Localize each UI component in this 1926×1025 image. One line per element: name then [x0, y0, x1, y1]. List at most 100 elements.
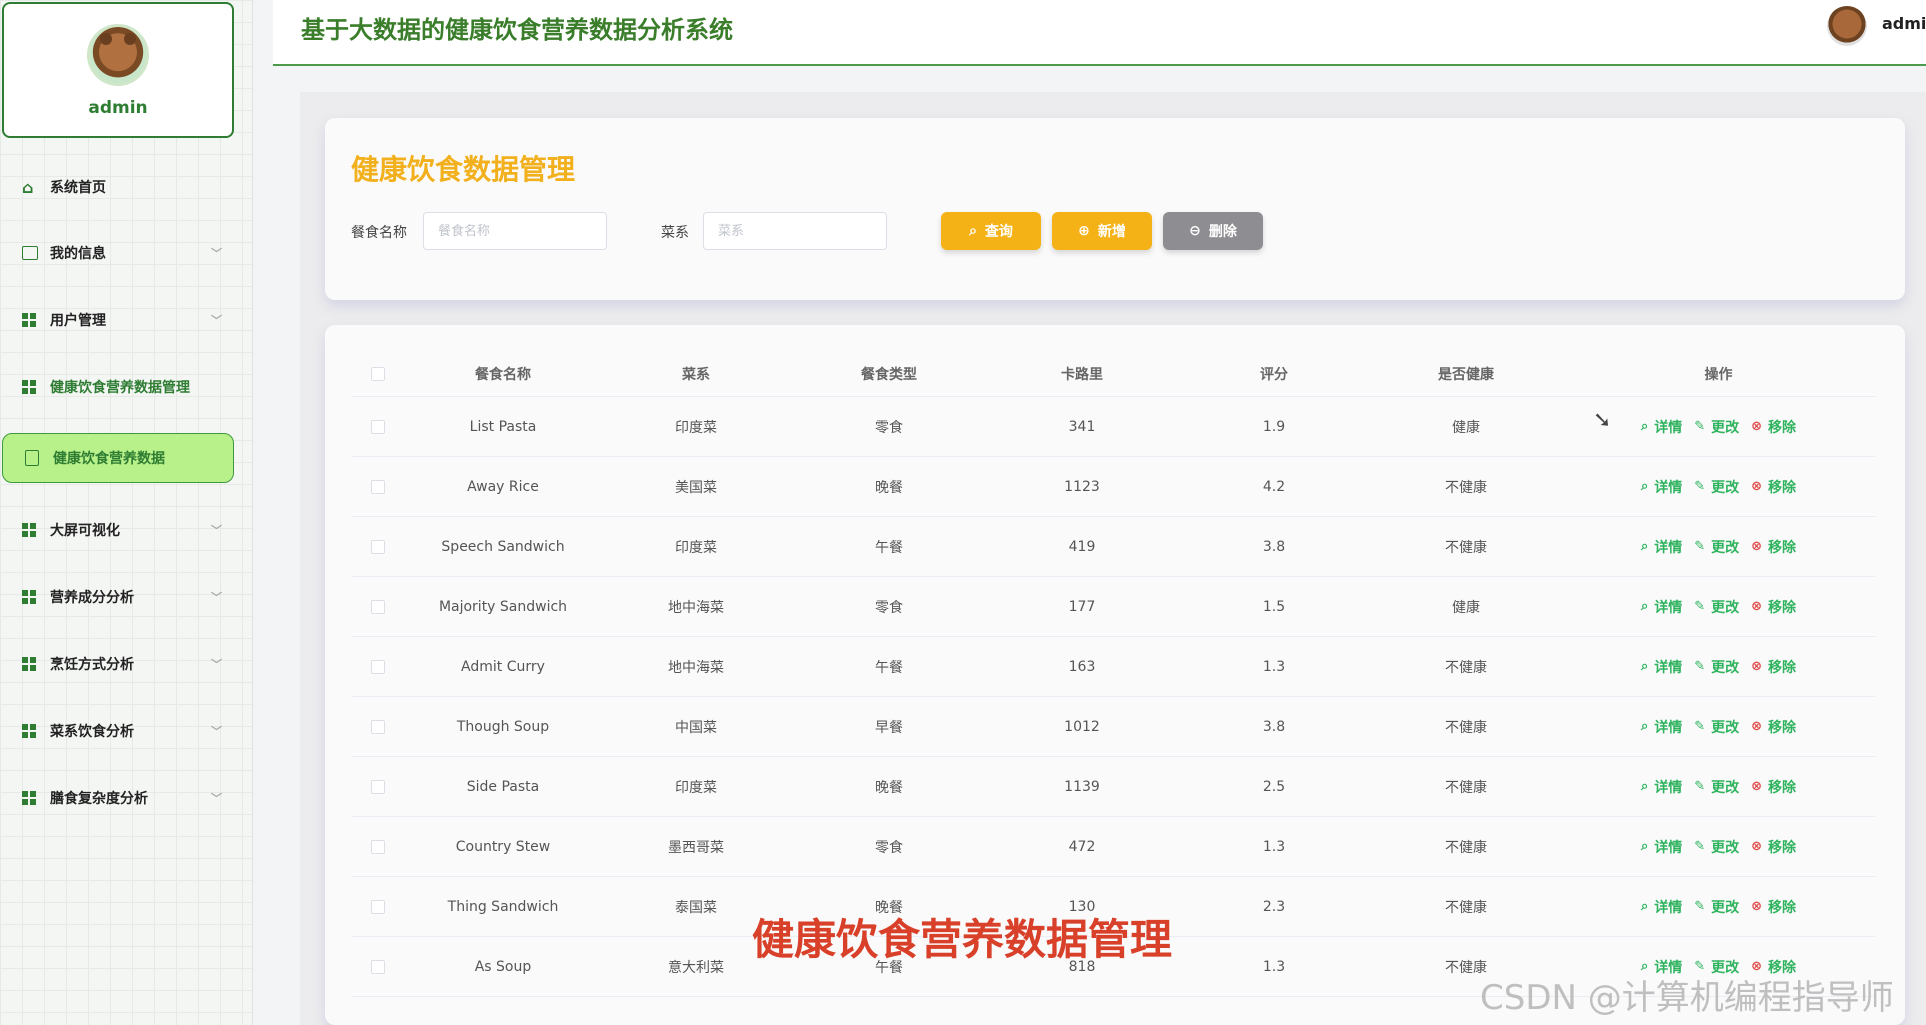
search-icon: ⌕ [1640, 719, 1649, 734]
remove-link[interactable]: ⊗ 移除 [1751, 717, 1796, 737]
detail-label: 详情 [1654, 839, 1683, 856]
chevron-down-icon: ﹀ [211, 725, 222, 738]
remove-link[interactable]: ⊗ 移除 [1751, 837, 1796, 857]
calories-cell: 177 [1068, 598, 1096, 615]
row-checkbox[interactable] [351, 779, 405, 794]
remove-link[interactable]: ⊗ 移除 [1751, 777, 1796, 797]
remove-link[interactable]: ⊗ 移除 [1751, 417, 1796, 437]
row-actions: ⌕ 详情 ✎ 更改 ⊗ 移除 [1561, 597, 1876, 617]
search-icon: ⌕ [1640, 479, 1649, 494]
detail-link[interactable]: ⌕ 详情 [1641, 717, 1682, 737]
column-header[interactable]: 评分 [1177, 364, 1371, 384]
cuisine-cell: 印度菜 [675, 779, 717, 796]
sidebar-item-cuisine-analysis[interactable]: 菜系饮食分析 ﹀ [22, 716, 222, 746]
row-checkbox[interactable] [351, 839, 405, 854]
sidebar-item-user-management[interactable]: 用户管理 ﹀ [22, 305, 222, 335]
healthy-cell: 不健康 [1445, 659, 1487, 676]
edit-link[interactable]: ✎ 更改 [1694, 417, 1739, 437]
remove-link[interactable]: ⊗ 移除 [1751, 597, 1796, 617]
row-checkbox[interactable] [351, 719, 405, 734]
close-circle-icon: ⊗ [1751, 719, 1763, 734]
detail-link[interactable]: ⌕ 详情 [1641, 657, 1682, 677]
close-circle-icon: ⊗ [1751, 839, 1763, 854]
pencil-icon: ✎ [1694, 599, 1706, 614]
column-header[interactable]: 是否健康 [1371, 364, 1561, 384]
edit-link[interactable]: ✎ 更改 [1694, 717, 1739, 737]
detail-label: 详情 [1654, 899, 1683, 916]
row-checkbox[interactable] [351, 479, 405, 494]
edit-label: 更改 [1711, 899, 1740, 916]
meal-name-input[interactable] [423, 212, 607, 250]
row-actions: ⌕ 详情 ✎ 更改 ⊗ 移除 [1561, 897, 1876, 917]
sidebar-item-my-info[interactable]: 我的信息 ﹀ [22, 238, 222, 268]
detail-label: 详情 [1654, 539, 1683, 556]
column-header[interactable]: 卡路里 [987, 364, 1177, 384]
edit-link[interactable]: ✎ 更改 [1694, 597, 1739, 617]
row-checkbox[interactable] [351, 659, 405, 674]
cuisine-label: 菜系 [661, 225, 689, 241]
delete-button[interactable]: ⊖ 删除 [1163, 212, 1263, 250]
remove-link[interactable]: ⊗ 移除 [1751, 537, 1796, 557]
edit-link[interactable]: ✎ 更改 [1694, 537, 1739, 557]
cuisine-input[interactable] [703, 212, 887, 250]
user-avatar[interactable] [1827, 6, 1867, 46]
sidebar-item-home[interactable]: ⌂ 系统首页 [22, 172, 222, 202]
edit-link[interactable]: ✎ 更改 [1694, 897, 1739, 917]
select-all-checkbox[interactable] [351, 366, 405, 381]
meal-name-cell: Majority Sandwich [438, 598, 568, 615]
row-checkbox[interactable] [351, 599, 405, 614]
detail-link[interactable]: ⌕ 详情 [1641, 897, 1682, 917]
sidebar-item-big-screen[interactable]: 大屏可视化 ﹀ [22, 515, 222, 545]
search-icon: ⌕ [969, 223, 977, 239]
row-checkbox[interactable] [351, 959, 405, 974]
user-name[interactable]: admin [1882, 14, 1926, 33]
delete-button-label: 删除 [1208, 224, 1237, 240]
score-cell: 1.3 [1262, 838, 1286, 855]
meal-type-cell: 午餐 [875, 659, 903, 676]
avatar[interactable] [87, 24, 149, 86]
column-header[interactable]: 餐食类型 [791, 364, 987, 384]
row-checkbox[interactable] [351, 419, 405, 434]
query-button[interactable]: ⌕ 查询 [941, 212, 1041, 250]
detail-link[interactable]: ⌕ 详情 [1641, 417, 1682, 437]
column-header[interactable]: 餐食名称 [405, 364, 601, 384]
edit-label: 更改 [1711, 779, 1740, 796]
edit-link[interactable]: ✎ 更改 [1694, 837, 1739, 857]
search-icon: ⌕ [1640, 419, 1649, 434]
chevron-down-icon: ﹀ [211, 591, 222, 604]
add-button[interactable]: ⊕ 新增 [1052, 212, 1152, 250]
sidebar-subitem-diet-data[interactable]: 健康饮食营养数据 [2, 433, 234, 483]
detail-link[interactable]: ⌕ 详情 [1641, 537, 1682, 557]
remove-label: 移除 [1768, 599, 1797, 616]
remove-link[interactable]: ⊗ 移除 [1751, 657, 1796, 677]
pencil-icon: ✎ [1694, 899, 1706, 914]
plus-circle-icon: ⊕ [1078, 223, 1090, 239]
add-button-label: 新增 [1097, 224, 1126, 240]
sidebar-item-label: 系统首页 [50, 180, 106, 196]
healthy-cell: 不健康 [1445, 779, 1487, 796]
sidebar-item-diet-data-management[interactable]: 健康饮食营养数据管理 [22, 372, 222, 402]
cuisine-cell: 印度菜 [675, 419, 717, 436]
watermark: CSDN @计算机编程指导师 [1480, 978, 1894, 1018]
row-checkbox[interactable] [351, 539, 405, 554]
edit-link[interactable]: ✎ 更改 [1694, 657, 1739, 677]
column-header[interactable]: 菜系 [601, 364, 791, 384]
healthy-cell: 健康 [1452, 599, 1480, 616]
table-header: 餐食名称 菜系 餐食类型 卡路里 评分 是否健康 操作 [351, 351, 1876, 397]
row-checkbox[interactable] [351, 899, 405, 914]
remove-link[interactable]: ⊗ 移除 [1751, 477, 1796, 497]
edit-link[interactable]: ✎ 更改 [1694, 777, 1739, 797]
healthy-cell: 不健康 [1445, 479, 1487, 496]
sidebar-item-cooking-analysis[interactable]: 烹饪方式分析 ﹀ [22, 649, 222, 679]
detail-link[interactable]: ⌕ 详情 [1641, 477, 1682, 497]
remove-link[interactable]: ⊗ 移除 [1751, 897, 1796, 917]
sidebar-item-nutrition-analysis[interactable]: 营养成分分析 ﹀ [22, 582, 222, 612]
sidebar-item-complexity-analysis[interactable]: 膳食复杂度分析 ﹀ [22, 783, 222, 813]
detail-link[interactable]: ⌕ 详情 [1641, 597, 1682, 617]
edit-label: 更改 [1711, 599, 1740, 616]
detail-link[interactable]: ⌕ 详情 [1641, 777, 1682, 797]
edit-link[interactable]: ✎ 更改 [1694, 477, 1739, 497]
app-title: 基于大数据的健康饮食营养数据分析系统 [301, 15, 733, 44]
detail-link[interactable]: ⌕ 详情 [1641, 837, 1682, 857]
healthy-cell: 健康 [1452, 419, 1480, 436]
